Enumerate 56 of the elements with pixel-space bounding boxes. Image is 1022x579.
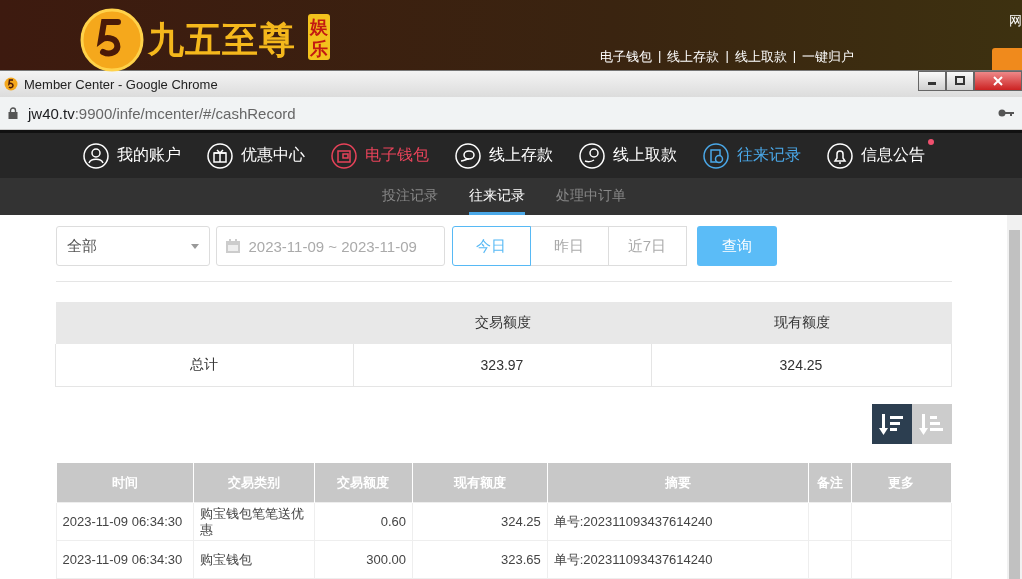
key-icon[interactable] <box>998 108 1014 118</box>
logo-badge: 娱乐 <box>308 14 330 60</box>
table-cell: 单号:202311093437614240 <box>547 540 809 579</box>
table-cell: 2023-11-09 06:34:30 <box>56 502 194 541</box>
header-link[interactable]: 线上取款 <box>734 48 787 66</box>
link-separator: | <box>658 48 662 65</box>
gift-icon <box>206 142 233 169</box>
header-link[interactable]: 线上存款 <box>667 48 720 66</box>
favicon-icon <box>4 77 18 91</box>
calendar-icon <box>224 238 241 254</box>
header-text: 网 <box>1009 12 1022 30</box>
window-title: Member Center - Google Chrome <box>24 76 218 92</box>
table-cell: 0.60 <box>314 502 413 541</box>
maximize-icon <box>955 76 965 86</box>
sub-tab[interactable]: 投注记录 <box>381 178 438 215</box>
table-cell: 323.65 <box>412 540 548 579</box>
nav-item[interactable]: 往来记录 <box>702 142 801 169</box>
scrollbar[interactable] <box>1007 215 1022 579</box>
table-cell: 2023-11-09 06:34:30 <box>56 540 194 579</box>
link-separator: | <box>725 48 729 65</box>
link-separator: | <box>792 48 797 65</box>
nav-item[interactable]: 优惠中心 <box>206 142 305 169</box>
close-icon <box>993 76 1003 86</box>
header-link[interactable]: 电子钱包 <box>600 48 652 66</box>
table-cell: 总计 <box>54 344 354 387</box>
maximize-button[interactable] <box>946 71 974 91</box>
nav-item[interactable]: 信息公告 <box>826 142 925 169</box>
nav-item[interactable]: 电子钱包 <box>330 142 429 169</box>
type-select[interactable]: 全部 <box>55 226 210 266</box>
table-cell: 购宝钱包 <box>193 540 315 579</box>
table-cell: 300.00 <box>314 540 413 579</box>
nav-item[interactable]: 线上存款 <box>454 142 553 169</box>
table-cell: 324.25 <box>650 344 952 387</box>
close-button[interactable] <box>974 71 1022 91</box>
sort-icon <box>878 412 905 436</box>
user-icon <box>82 142 109 169</box>
nav-item[interactable]: 我的账户 <box>82 142 181 169</box>
header-link[interactable]: 一键归户 <box>802 48 855 66</box>
nav-item[interactable]: 线上取款 <box>578 142 677 169</box>
record-icon <box>702 142 729 169</box>
dropdown-caret-icon <box>190 243 199 249</box>
table-cell: 购宝钱包笔笔送优惠 <box>193 502 315 541</box>
sort-button[interactable] <box>871 404 912 444</box>
column-header: 现有额度 <box>651 302 952 344</box>
logo-text: 九五至尊 <box>148 17 296 62</box>
sort-button[interactable] <box>911 404 952 444</box>
sort-icon <box>918 412 945 436</box>
column-header: 交易额度 <box>353 302 652 344</box>
table-cell: 单号:202311093437614240 <box>547 502 809 541</box>
lock-icon[interactable] <box>8 107 18 119</box>
bell-icon <box>826 142 853 169</box>
minimize-button[interactable] <box>918 71 946 91</box>
wallet-icon <box>330 142 357 169</box>
table-cell: 324.25 <box>412 502 548 541</box>
sub-tab[interactable]: 处理中订单 <box>555 178 626 215</box>
logo-icon <box>80 8 144 72</box>
